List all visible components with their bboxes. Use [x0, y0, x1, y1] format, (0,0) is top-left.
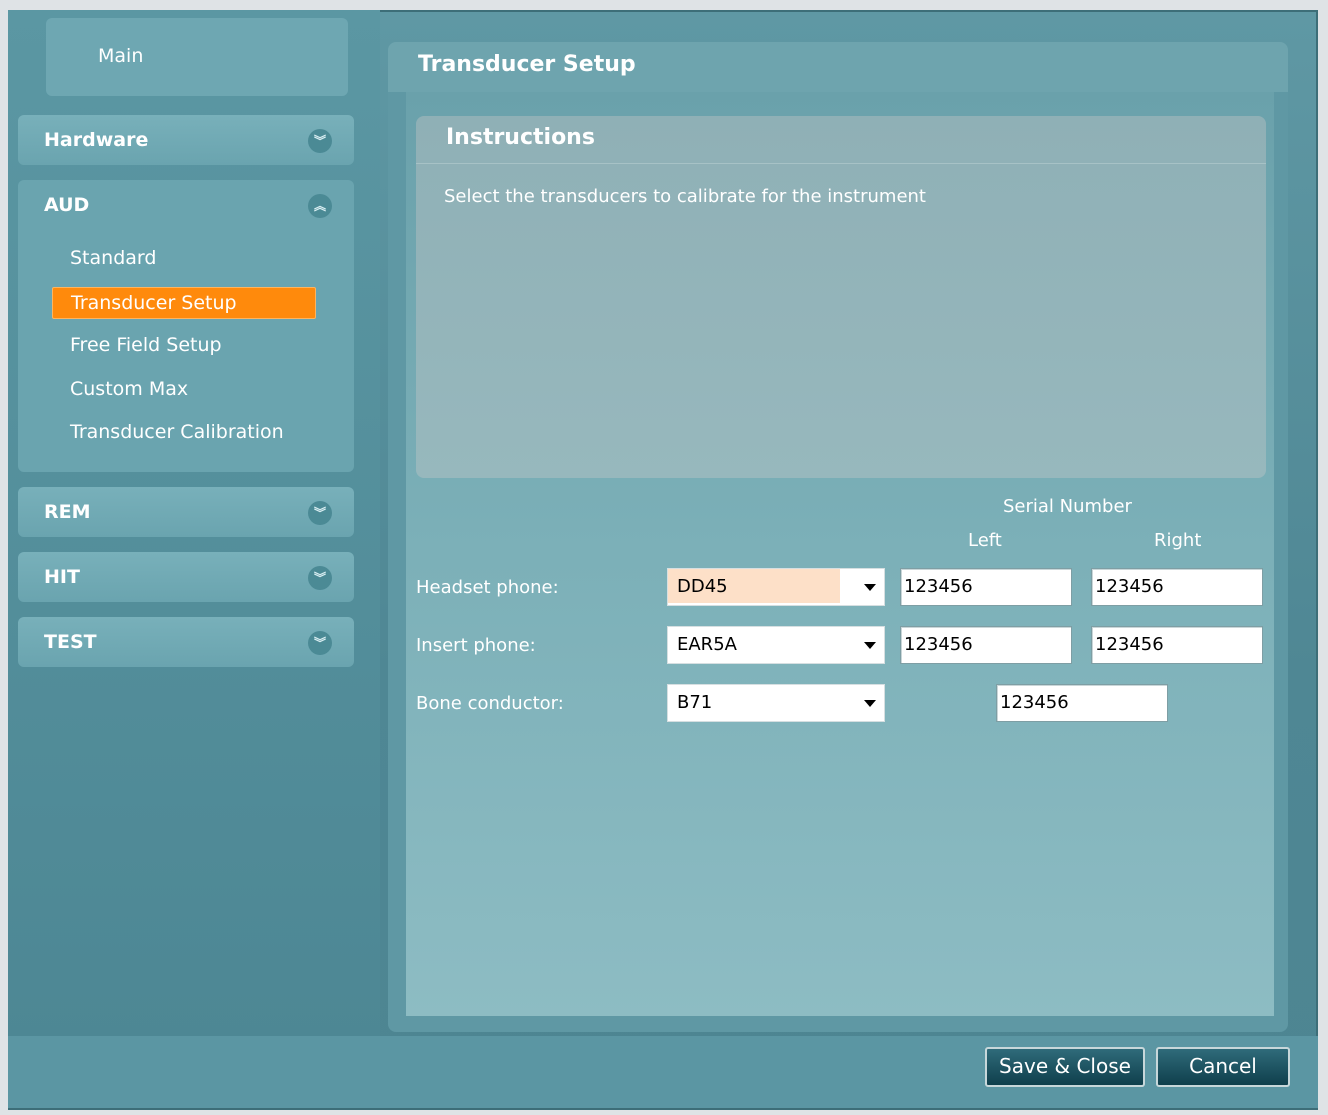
instructions-box: Instructions Select the transducers to c… — [416, 116, 1266, 478]
sidebar-item-label: Transducer Calibration — [70, 421, 284, 443]
bone-conductor-label: Bone conductor: — [416, 693, 564, 714]
section-label: AUD — [44, 194, 90, 216]
insert-left-serial-input[interactable]: 123456 — [900, 626, 1072, 664]
instructions-text: Select the transducers to calibrate for … — [444, 186, 926, 207]
headset-phone-label: Headset phone: — [416, 577, 559, 598]
select-value: B71 — [677, 692, 713, 713]
double-chevron-up-icon[interactable]: ︽ — [308, 194, 332, 218]
section-label: HIT — [44, 566, 80, 588]
sidebar-item-transducer-calibration[interactable]: Transducer Calibration — [52, 417, 316, 449]
double-chevron-down-icon[interactable]: ︾ — [308, 566, 332, 590]
serial-number-header: Serial Number — [1003, 496, 1132, 517]
sidebar-item-label: Transducer Setup — [71, 292, 237, 314]
headset-phone-select[interactable]: DD45 — [667, 568, 885, 606]
double-chevron-down-icon[interactable]: ︾ — [308, 129, 332, 153]
right-header: Right — [1154, 530, 1202, 551]
sidebar-section-aud-panel: AUD ︽ Standard Transducer Setup Free Fie… — [18, 180, 354, 472]
section-label: TEST — [44, 631, 97, 653]
content-panel: Transducer Setup Instructions Select the… — [388, 42, 1288, 1032]
sidebar-section-rem[interactable]: REM ︾ — [18, 487, 354, 537]
headset-right-serial-input[interactable]: 123456 — [1091, 568, 1263, 606]
sidebar-item-label: Custom Max — [70, 378, 189, 400]
double-chevron-down-icon[interactable]: ︾ — [308, 631, 332, 655]
bone-conductor-select[interactable]: B71 — [667, 684, 885, 722]
sidebar-item-label: Standard — [70, 247, 157, 269]
select-value: DD45 — [668, 569, 840, 603]
insert-phone-select[interactable]: EAR5A — [667, 626, 885, 664]
sidebar-item-custom-max[interactable]: Custom Max — [52, 374, 316, 406]
sidebar-item-standard[interactable]: Standard — [52, 243, 316, 275]
section-label: REM — [44, 501, 91, 523]
bone-serial-input[interactable]: 123456 — [996, 684, 1168, 722]
sidebar-item-label: Free Field Setup — [70, 334, 222, 356]
select-value: EAR5A — [677, 634, 737, 655]
sidebar-section-aud[interactable]: AUD ︽ — [18, 180, 354, 230]
dropdown-arrow-icon[interactable] — [864, 700, 876, 707]
content-body: Instructions Select the transducers to c… — [406, 92, 1274, 1016]
dropdown-arrow-icon[interactable] — [864, 584, 876, 591]
sidebar-section-hardware[interactable]: Hardware ︾ — [18, 115, 354, 165]
headset-left-serial-input[interactable]: 123456 — [900, 568, 1072, 606]
sidebar-section-test[interactable]: TEST ︾ — [18, 617, 354, 667]
section-label: Hardware — [44, 129, 149, 151]
main-tab-label: Main — [98, 45, 144, 67]
instructions-title: Instructions — [416, 116, 1266, 164]
page-title: Transducer Setup — [388, 42, 1288, 92]
main-tab[interactable]: Main — [46, 18, 348, 96]
sidebar-item-transducer-setup[interactable]: Transducer Setup — [52, 287, 316, 319]
dropdown-arrow-icon[interactable] — [864, 642, 876, 649]
save-close-button[interactable]: Save & Close — [985, 1047, 1145, 1087]
left-header: Left — [968, 530, 1002, 551]
double-chevron-down-icon[interactable]: ︾ — [308, 501, 332, 525]
insert-right-serial-input[interactable]: 123456 — [1091, 626, 1263, 664]
sidebar-item-free-field-setup[interactable]: Free Field Setup — [52, 330, 316, 362]
sidebar-section-hit[interactable]: HIT ︾ — [18, 552, 354, 602]
insert-phone-label: Insert phone: — [416, 635, 536, 656]
cancel-button[interactable]: Cancel — [1156, 1047, 1290, 1087]
